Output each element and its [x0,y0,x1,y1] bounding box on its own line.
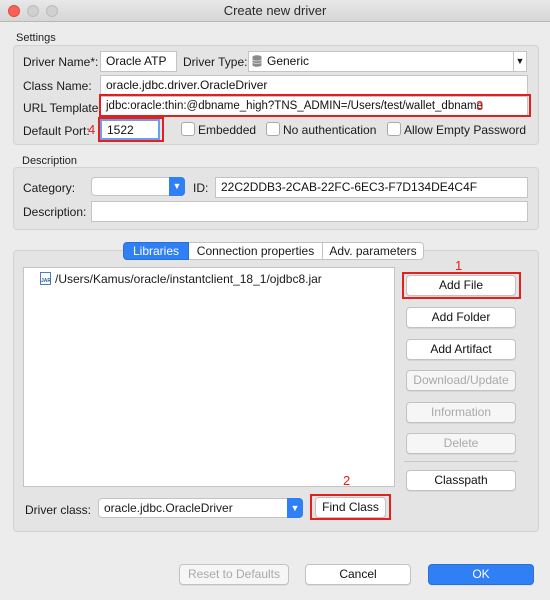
embedded-checkbox[interactable] [181,122,195,136]
library-list[interactable] [23,267,395,487]
driver-type-label: Driver Type: [183,55,248,69]
annotation-box-1 [402,272,521,299]
database-icon [252,55,262,67]
chevron-down-icon[interactable]: ▼ [287,498,303,518]
driver-type-value: Generic [267,54,310,68]
ok-button[interactable]: OK [428,564,534,585]
annotation-box-3 [99,94,531,117]
window-title: Create new driver [223,3,327,18]
class-name-field[interactable]: oracle.jdbc.driver.OracleDriver [100,75,528,96]
default-port-label: Default Port: [23,124,90,138]
driver-name-label: Driver Name*: [23,55,99,69]
button-divider [404,461,518,462]
allow-empty-password-label: Allow Empty Password [404,123,527,137]
information-button[interactable]: Information [406,402,516,423]
driver-name-field[interactable]: Oracle ATP [100,51,177,72]
download-update-button[interactable]: Download/Update [406,370,516,391]
category-select[interactable]: ▼ [91,177,185,196]
add-artifact-button[interactable]: Add Artifact [406,339,516,360]
annotation-number-1: 1 [455,258,463,273]
annotation-number-3: 3 [476,98,484,113]
driver-class-value: oracle.jdbc.OracleDriver [104,501,233,515]
tab-connection-properties[interactable]: Connection properties [189,242,323,260]
id-label: ID: [193,181,209,195]
no-authentication-label: No authentication [283,123,377,137]
annotation-number-2: 2 [343,473,351,488]
driver-type-dropdown-arrow[interactable]: ▼ [513,52,526,71]
class-name-label: Class Name: [23,79,92,93]
reset-to-defaults-button[interactable]: Reset to Defaults [179,564,289,585]
description-field[interactable] [91,201,528,222]
description-section-label: Description [22,155,78,167]
settings-section-label: Settings [16,32,56,44]
annotation-number-4: 4 [88,122,96,137]
allow-empty-password-checkbox[interactable] [387,122,401,136]
chevron-down-icon[interactable]: ▼ [169,177,185,196]
jar-file-icon: JAR [40,272,51,285]
no-authentication-checkbox[interactable] [266,122,280,136]
classpath-button[interactable]: Classpath [406,470,516,491]
annotation-box-2 [310,494,391,520]
cancel-button[interactable]: Cancel [305,564,411,585]
add-folder-button[interactable]: Add Folder [406,307,516,328]
description-label: Description: [23,205,87,219]
driver-class-select[interactable]: oracle.jdbc.OracleDriver ▼ [98,498,303,518]
tab-libraries[interactable]: Libraries [123,242,189,260]
annotation-box-4 [98,117,164,142]
driver-class-label: Driver class: [25,503,92,517]
category-label: Category: [23,181,76,195]
driver-type-select[interactable]: Generic [248,51,527,72]
id-field[interactable]: 22C2DDB3-2CAB-22FC-6EC3-F7D134DE4C4F [215,177,528,198]
tab-adv-parameters[interactable]: Adv. parameters [323,242,424,260]
url-template-label: URL Template: [23,101,102,115]
library-list-item[interactable]: /Users/Kamus/oracle/instantclient_18_1/o… [55,272,322,286]
delete-button[interactable]: Delete [406,433,516,454]
embedded-label: Embedded [198,123,257,137]
